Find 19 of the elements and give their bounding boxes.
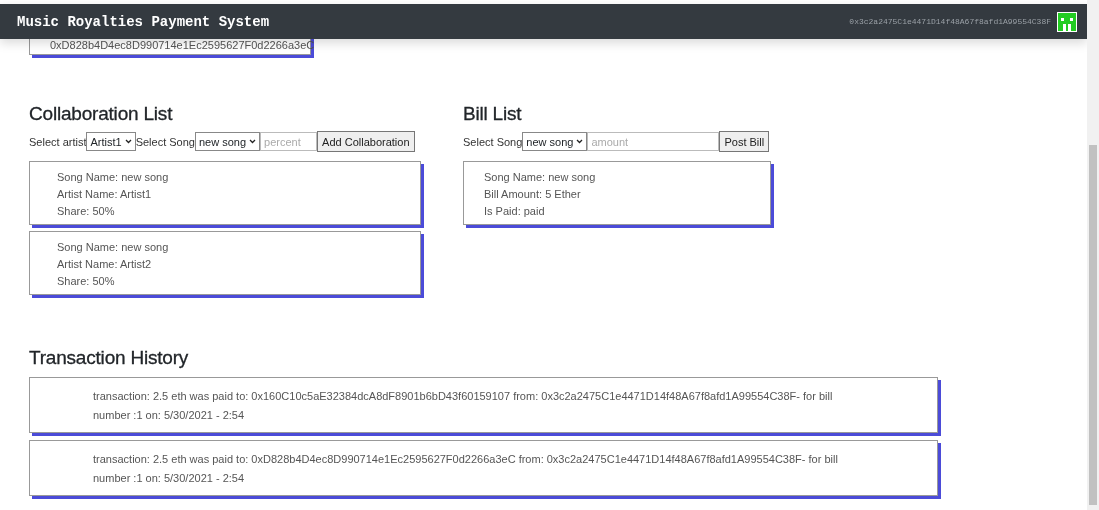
card-line: Song Name: new song: [57, 170, 170, 185]
field-label: Select Song: [463, 135, 523, 148]
transaction-text: transaction: 2.5 eth was paid to: 0x160C10c5aE32384dcA8dF8901b6bD43f60159107 from: 0x3c2a2475C1e4471D14f48A67f8afd1A99554C38F- for bill number :1 on: 5/30/2021 - 2:54: [93, 390, 833, 421]
transaction-text: transaction: 2.5 eth was paid to: 0xD828b4D4ec8D990714e1Ec2595627F0d2266a3eC from: 0x3c2a2475C1e4471D14f48A67f8afd1A99554C38F- for bill number :1 on: 5/30/2021 - 2:54: [93, 453, 838, 484]
card-line: Share: 50%: [57, 204, 116, 219]
account-address: 0x3c2a2475C1e4471D14f48A67f8afd1A99554C38F: [849, 17, 1051, 26]
section-title: Bill List: [463, 103, 523, 125]
card-line: Artist Name: Artist2: [57, 257, 153, 272]
section-title: Transaction History: [29, 347, 190, 369]
section-title: Collaboration List: [29, 103, 174, 125]
app-title: Music Royalties Payment System: [17, 13, 270, 30]
card-line: Artist Name: Artist1: [57, 187, 153, 202]
card-line: Share: 50%: [57, 274, 116, 289]
card-line: Bill Amount: 5 Ether: [484, 187, 582, 202]
field-label: Select artist: [29, 135, 87, 148]
card-line: Song Name: new song: [484, 170, 597, 185]
card-line: Is Paid: paid: [484, 204, 546, 219]
card-line: Song Name: new song: [57, 240, 170, 255]
field-label: Select Song: [135, 135, 195, 148]
